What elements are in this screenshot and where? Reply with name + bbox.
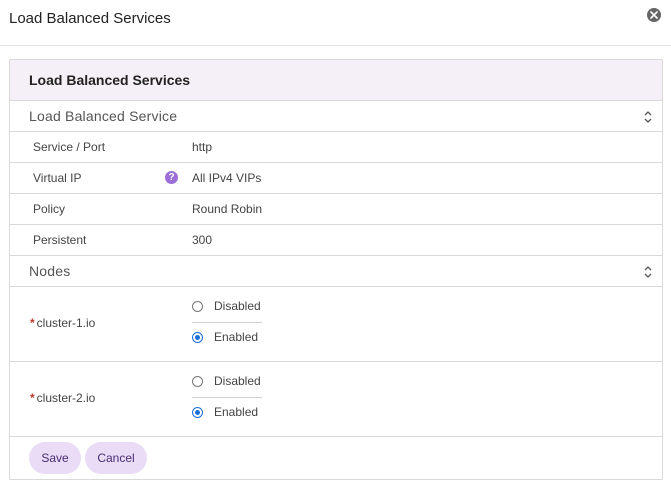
virtual-ip-row: Virtual IP ? All IPv4 VIPs xyxy=(10,163,662,194)
nodes-section-header[interactable]: Nodes xyxy=(10,256,662,287)
policy-row: Policy Round Robin xyxy=(10,194,662,225)
node-label: * cluster-1.io xyxy=(30,316,95,330)
persistent-row: Persistent 300 xyxy=(10,225,662,256)
service-port-value: http xyxy=(192,140,213,154)
radio-divider xyxy=(192,397,262,398)
enabled-radio[interactable]: Enabled xyxy=(192,403,262,423)
radio-divider xyxy=(192,322,262,323)
dialog-title: Load Balanced Services xyxy=(9,10,171,27)
dialog-header: Load Balanced Services xyxy=(0,0,671,46)
save-button[interactable]: Save xyxy=(29,442,81,474)
node-row: * cluster-2.io Disabled Enabled xyxy=(10,362,662,437)
service-section-title: Load Balanced Service xyxy=(29,108,178,124)
node-row: * cluster-1.io Disabled Enabled xyxy=(10,287,662,362)
close-icon[interactable] xyxy=(647,8,661,22)
radio-circle[interactable] xyxy=(192,332,203,343)
radio-label: Disabled xyxy=(214,374,261,388)
virtual-ip-value: All IPv4 VIPs xyxy=(192,171,262,185)
service-section-header[interactable]: Load Balanced Service xyxy=(10,101,662,132)
required-marker: * xyxy=(30,391,35,405)
collapse-icon[interactable] xyxy=(643,111,653,123)
collapse-icon[interactable] xyxy=(643,266,653,278)
policy-label: Policy xyxy=(33,202,66,216)
radio-circle[interactable] xyxy=(192,301,203,312)
virtual-ip-label: Virtual IP xyxy=(33,171,82,185)
persistent-value: 300 xyxy=(192,233,213,247)
panel-title: Load Balanced Services xyxy=(29,72,191,88)
node-name: cluster-1.io xyxy=(36,316,96,330)
policy-value: Round Robin xyxy=(192,202,263,216)
radio-circle[interactable] xyxy=(192,407,203,418)
radio-circle[interactable] xyxy=(192,376,203,387)
disabled-radio[interactable]: Disabled xyxy=(192,297,262,317)
nodes-section-title: Nodes xyxy=(29,263,71,279)
radio-label: Enabled xyxy=(214,405,259,419)
enabled-radio[interactable]: Enabled xyxy=(192,328,262,348)
help-icon[interactable]: ? xyxy=(165,171,178,184)
node-label: * cluster-2.io xyxy=(30,391,95,405)
panel-header: Load Balanced Services xyxy=(10,60,662,101)
radio-label: Disabled xyxy=(214,299,261,313)
cancel-button[interactable]: Cancel xyxy=(85,442,147,474)
radio-label: Enabled xyxy=(214,330,259,344)
required-marker: * xyxy=(30,316,35,330)
persistent-label: Persistent xyxy=(33,233,87,247)
node-name: cluster-2.io xyxy=(36,391,96,405)
service-port-label: Service / Port xyxy=(33,140,106,154)
disabled-radio[interactable]: Disabled xyxy=(192,372,262,392)
load-balanced-services-panel: Load Balanced Services Load Balanced Ser… xyxy=(9,59,663,480)
service-port-row: Service / Port http xyxy=(10,132,662,163)
